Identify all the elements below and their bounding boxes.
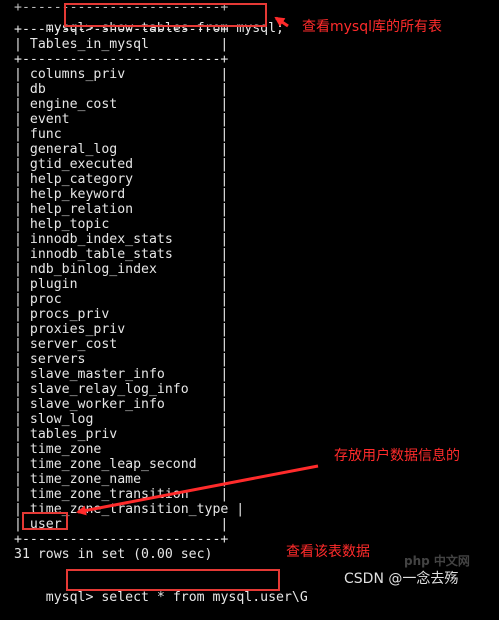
table-row: | gtid_executed |	[14, 157, 229, 172]
table-row: | func |	[14, 127, 229, 142]
table-row: | servers |	[14, 352, 229, 367]
table-row: | tables_priv |	[14, 427, 229, 442]
table-row: | help_topic |	[14, 217, 229, 232]
table-row: | time_zone_transition |	[14, 487, 229, 502]
table-header: | Tables_in_mysql |	[14, 37, 229, 52]
table-row: | help_keyword |	[14, 187, 229, 202]
table-row: | server_cost |	[14, 337, 229, 352]
table-row: | procs_priv |	[14, 307, 229, 322]
prompt: mysql>	[45, 590, 94, 605]
highlight-box-select-user	[66, 569, 280, 591]
table-row: | time_zone_name |	[14, 472, 229, 487]
table-row: | ndb_binlog_index |	[14, 262, 229, 277]
table-row: | columns_priv |	[14, 67, 229, 82]
php-watermark-logo: php 中文网	[404, 554, 470, 568]
table-row: | engine_cost |	[14, 97, 229, 112]
table-row: | db |	[14, 82, 229, 97]
table-row: | proc |	[14, 292, 229, 307]
annotation-view-all-tables: 查看mysql库的所有表	[302, 19, 442, 35]
row-count-status: 31 rows in set (0.00 sec)	[14, 547, 213, 562]
table-row: | proxies_priv |	[14, 322, 229, 337]
table-row: | slow_log |	[14, 412, 229, 427]
table-row: | help_category |	[14, 172, 229, 187]
table-row: | innodb_table_stats |	[14, 247, 229, 262]
table-row: | slave_relay_log_info |	[14, 382, 229, 397]
highlight-box-user-row	[22, 512, 68, 530]
highlight-box-show-tables	[64, 3, 267, 27]
table-row: | slave_master_info |	[14, 367, 229, 382]
table-header-separator: +-------------------------+	[14, 52, 229, 67]
table-row: | event |	[14, 112, 229, 127]
table-row: | help_relation |	[14, 202, 229, 217]
table-row: | general_log |	[14, 142, 229, 157]
table-row: | innodb_index_stats |	[14, 232, 229, 247]
table-row: | time_zone |	[14, 442, 229, 457]
terminal-window[interactable]: +-------------------------+ mysql> show …	[0, 0, 499, 605]
annotation-store-user-data: 存放用户数据信息的	[334, 448, 460, 464]
table-row: | plugin |	[14, 277, 229, 292]
table-footer-border: +-------------------------+	[14, 532, 229, 547]
table-row: | slave_worker_info |	[14, 397, 229, 412]
table-row: | time_zone_leap_second |	[14, 457, 229, 472]
annotation-view-table-data: 查看该表数据	[286, 544, 370, 560]
command-text: select * from mysql.user\G	[101, 590, 308, 605]
csdn-watermark: CSDN @一念去殇	[344, 571, 459, 587]
